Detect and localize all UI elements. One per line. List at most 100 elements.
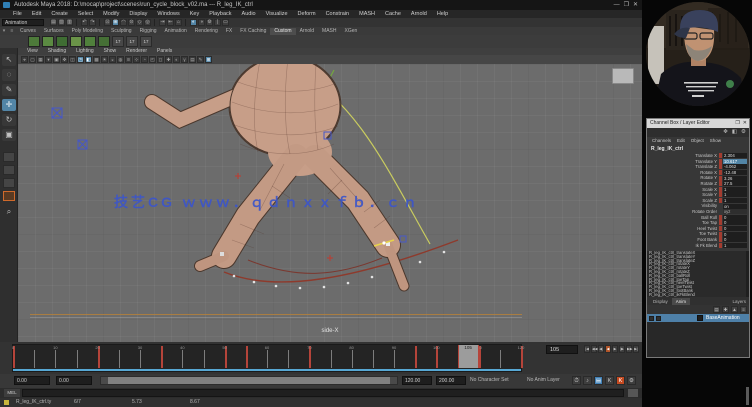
- layout-four-pane-icon[interactable]: [3, 165, 15, 175]
- play-forwards-button[interactable]: ▶: [612, 345, 618, 353]
- menu-mash[interactable]: MASH: [354, 10, 380, 18]
- step-back-frame-button[interactable]: ◀◀: [591, 345, 597, 353]
- shelf-tab-arnold[interactable]: Arnold: [296, 28, 318, 35]
- layer-visibility-toggle[interactable]: [649, 316, 654, 321]
- manipulator-cubes[interactable]: [52, 108, 406, 242]
- animation-preferences-icon[interactable]: ⚙: [627, 376, 636, 385]
- panel-menu-shading[interactable]: Shading: [43, 48, 71, 55]
- exposure-icon[interactable]: ◐: [173, 56, 180, 63]
- layout-persp-outliner-icon[interactable]: [3, 191, 15, 201]
- textured-icon[interactable]: ▩: [93, 56, 100, 63]
- frame-tick[interactable]: [77, 350, 78, 368]
- window-titlebar[interactable]: Autodesk Maya 2018: D:\mocap\project\sce…: [0, 0, 642, 10]
- menu-help[interactable]: Help: [432, 10, 453, 18]
- layer-tab-anim[interactable]: Anim: [672, 298, 690, 305]
- character-set-menu[interactable]: No Character Set: [470, 377, 509, 383]
- menu-audio[interactable]: Audio: [237, 10, 261, 18]
- channel-value-field[interactable]: 3.26: [723, 176, 747, 181]
- motion-trail-curve[interactable]: [224, 240, 458, 282]
- auto-key-icon[interactable]: K: [616, 376, 625, 385]
- shelf-tab-custom[interactable]: Custom: [270, 28, 295, 35]
- sym-off-icon[interactable]: ∣: [214, 19, 221, 26]
- maximize-button[interactable]: ❐: [624, 0, 629, 10]
- shelf-item-3[interactable]: [56, 36, 68, 47]
- move-tool-icon[interactable]: ✛: [2, 99, 16, 111]
- current-time-field[interactable]: 105: [546, 345, 578, 354]
- select-tool-icon[interactable]: ↖: [2, 54, 16, 66]
- channel-settings-icon[interactable]: ⚙: [740, 129, 747, 136]
- channel-value-field[interactable]: 10.617: [723, 159, 747, 164]
- menu-constrain[interactable]: Constrain: [321, 10, 355, 18]
- minimize-button[interactable]: —: [614, 0, 620, 10]
- keyframe-tick[interactable]: [246, 346, 248, 368]
- frame-tick[interactable]: [34, 350, 35, 368]
- camera-attributes-icon[interactable]: ▦: [37, 56, 44, 63]
- anim-layer-menu[interactable]: No Anim Layer: [527, 377, 560, 383]
- move-layer-up-icon[interactable]: ▲: [731, 306, 738, 313]
- menu-deform[interactable]: Deform: [293, 10, 321, 18]
- frame-tick[interactable]: [55, 350, 56, 368]
- channel-value-field[interactable]: 1: [723, 192, 747, 197]
- menu-key[interactable]: Key: [185, 10, 204, 18]
- playback-speed-icon[interactable]: ⏱: [572, 376, 581, 385]
- menu-create[interactable]: Create: [46, 10, 73, 18]
- menu-cache[interactable]: Cache: [380, 10, 406, 18]
- shelf-tab-fx[interactable]: FX: [222, 28, 236, 35]
- shelf-item-5[interactable]: [84, 36, 96, 47]
- make-live-icon[interactable]: ◎: [144, 19, 151, 26]
- joints-xray-icon[interactable]: ✚: [165, 56, 172, 63]
- anim-layer-affect-icon[interactable]: ▤: [594, 376, 603, 385]
- frame-tick[interactable]: [288, 350, 289, 368]
- step-forward-frame-button[interactable]: ▶▶: [626, 345, 632, 353]
- channel-box-menu-edit[interactable]: Edit: [674, 137, 688, 145]
- viewport-canvas[interactable]: 技艺CG ｗｗｗ．ｑｄｎｘｘｆｂ．ｃｎ side-X: [18, 64, 642, 342]
- channel-value-field[interactable]: 0: [723, 237, 747, 242]
- bookmarks-icon[interactable]: ▾: [45, 56, 52, 63]
- frame-tick[interactable]: [182, 350, 183, 368]
- viewport-overlay-box[interactable]: [612, 68, 634, 84]
- multisample-icon[interactable]: ⊹: [133, 56, 140, 63]
- channel-value-field[interactable]: -4.062: [723, 164, 747, 169]
- view-transform-icon[interactable]: ▤: [189, 56, 196, 63]
- shelf-item-4[interactable]: [70, 36, 82, 47]
- construction-history-icon[interactable]: ⌂: [175, 19, 182, 26]
- layout-single-pane-icon[interactable]: [3, 152, 15, 162]
- shelf-script-2[interactable]: 17: [126, 36, 138, 47]
- screenspace-ao-icon[interactable]: ◍: [117, 56, 124, 63]
- mute-audio-icon[interactable]: ♪: [583, 376, 592, 385]
- input-connections-icon[interactable]: ⇥: [159, 19, 166, 26]
- frame-tick[interactable]: [394, 350, 395, 368]
- ipr-render-icon[interactable]: ◑: [198, 19, 205, 26]
- menu-file[interactable]: File: [8, 10, 27, 18]
- shelf-script-1[interactable]: 17: [112, 36, 124, 47]
- go-to-end-button[interactable]: ▶|: [633, 345, 639, 353]
- output-node-name[interactable]: R_leg_IK_ctrl_ikFkBlend: [647, 293, 749, 297]
- paint-select-tool-icon[interactable]: ✎: [2, 84, 16, 96]
- shelf-tab-poly-modeling[interactable]: Poly Modeling: [68, 28, 107, 35]
- snap-curve-icon[interactable]: ◠: [120, 19, 127, 26]
- layer-mute-toggle[interactable]: [656, 316, 661, 321]
- redo-icon[interactable]: ↷: [89, 19, 96, 26]
- magnifier-icon[interactable]: ⌕: [2, 206, 16, 218]
- image-plane-icon[interactable]: ▣: [53, 56, 60, 63]
- keyframe-tick[interactable]: [415, 346, 417, 368]
- range-start-handle[interactable]: [101, 377, 108, 384]
- menu-playback[interactable]: Playback: [204, 10, 236, 18]
- grid-toggle-icon[interactable]: ⊞: [205, 56, 212, 63]
- speed-state-icon[interactable]: ◧: [731, 129, 738, 136]
- frame-tick[interactable]: [500, 350, 501, 368]
- panel-menu-show[interactable]: Show: [99, 48, 122, 55]
- output-connections-icon[interactable]: ⇤: [167, 19, 174, 26]
- shelf-tab-xgen[interactable]: XGen: [341, 28, 362, 35]
- channel-value-field[interactable]: -12.48: [723, 170, 747, 175]
- frame-tick[interactable]: [267, 350, 268, 368]
- channel-box-close-icon[interactable]: ✕: [743, 119, 747, 128]
- set-key-icon[interactable]: K: [605, 376, 614, 385]
- 2d-pan-zoom-icon[interactable]: ✥: [61, 56, 68, 63]
- go-to-start-button[interactable]: |◀: [584, 345, 590, 353]
- range-end-handle[interactable]: [390, 377, 397, 384]
- shelf-item-6[interactable]: [98, 36, 110, 47]
- shadows-icon[interactable]: ◒: [109, 56, 116, 63]
- frame-tick[interactable]: [140, 350, 141, 368]
- oversca-icon[interactable]: ◫: [69, 56, 76, 63]
